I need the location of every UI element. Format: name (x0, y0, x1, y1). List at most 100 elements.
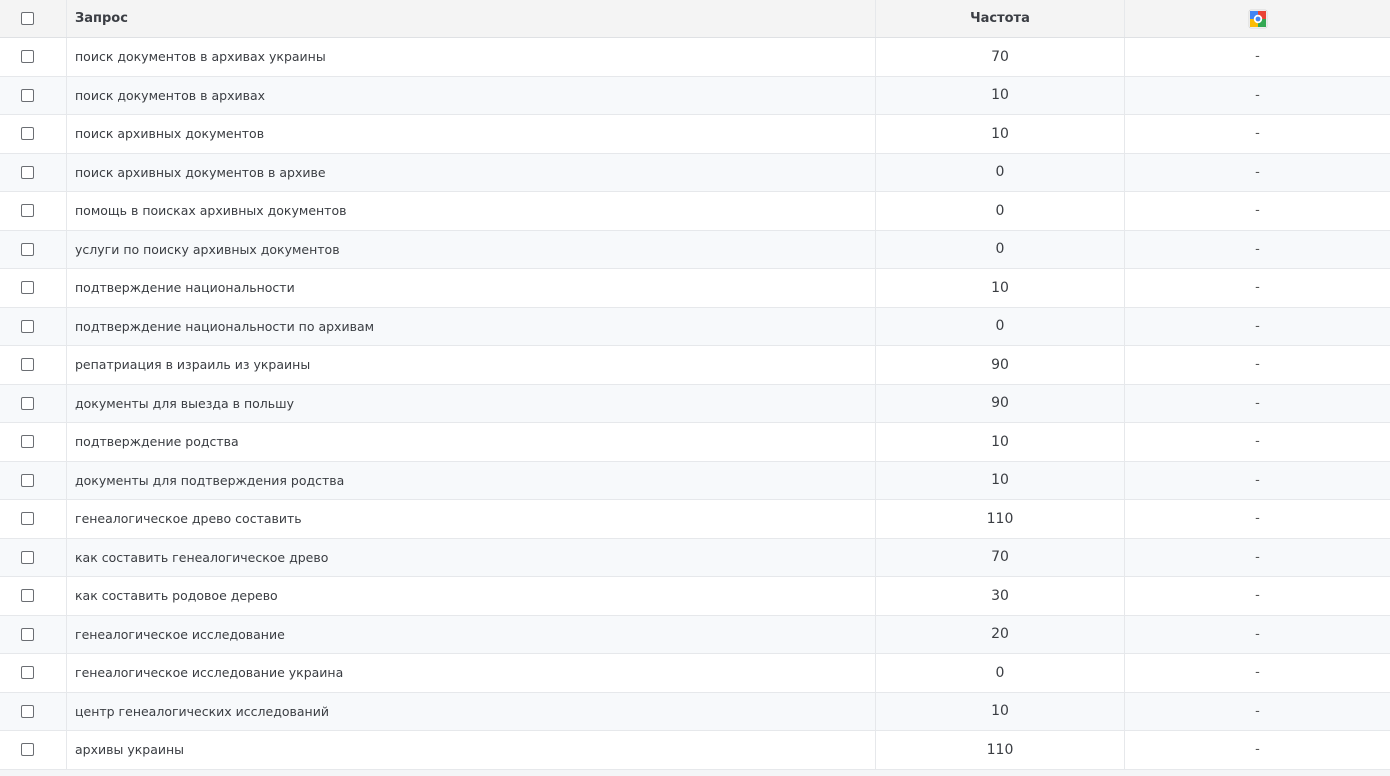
row-checkbox[interactable] (20, 204, 34, 218)
row-frequency: 10 (991, 279, 1009, 296)
row-google-value: - (1255, 49, 1260, 65)
row-frequency: 10 (991, 125, 1009, 142)
table-row[interactable]: услуги по поиску архивных документов 0 - (0, 230, 1390, 269)
table-row[interactable]: центр генеалогических исследований 10 - (0, 692, 1390, 731)
row-checkbox[interactable] (20, 473, 34, 487)
row-frequency: 10 (991, 472, 1009, 489)
row-checkbox-cell (0, 615, 67, 653)
row-google-cell: - (1125, 654, 1390, 692)
row-google-value: - (1255, 434, 1260, 450)
row-checkbox[interactable] (20, 435, 34, 449)
table-row[interactable]: поиск документов в архивах украины 70 - (0, 38, 1390, 77)
row-checkbox-cell (0, 423, 67, 461)
table-row[interactable]: подтверждение национальности 10 - (0, 269, 1390, 308)
row-checkbox-cell (0, 115, 67, 153)
row-checkbox-cell (0, 38, 67, 76)
row-frequency-cell: 0 (876, 230, 1125, 268)
row-query: поиск архивных документов в архиве (67, 153, 876, 191)
row-checkbox[interactable] (20, 165, 34, 179)
row-checkbox-cell (0, 153, 67, 191)
row-query: подтверждение родства (67, 423, 876, 461)
row-google-value: - (1255, 357, 1260, 373)
select-all-cell (0, 0, 67, 37)
table-row[interactable]: генеалогическое древо составить 110 - (0, 500, 1390, 539)
table-row[interactable]: подтверждение родства 10 - (0, 423, 1390, 462)
table-row[interactable]: генеалогическое исследование 20 - (0, 615, 1390, 654)
table-row[interactable]: помощь в поисках архивных документов 0 - (0, 192, 1390, 231)
row-checkbox[interactable] (20, 627, 34, 641)
row-query: подтверждение национальности по архивам (67, 307, 876, 345)
row-frequency-cell: 10 (876, 461, 1125, 499)
row-frequency: 0 (995, 664, 1005, 681)
row-checkbox-cell (0, 461, 67, 499)
row-google-value: - (1255, 126, 1260, 142)
row-google-value: - (1255, 703, 1260, 719)
row-frequency-cell: 90 (876, 384, 1125, 422)
row-google-value: - (1255, 665, 1260, 681)
table-row[interactable]: репатриация в израиль из украины 90 - (0, 346, 1390, 385)
row-query: подтверждение национальности (67, 269, 876, 307)
row-checkbox[interactable] (20, 358, 34, 372)
row-google-value: - (1255, 164, 1260, 180)
row-query: документы для выезда в польшу (67, 384, 876, 422)
row-checkbox[interactable] (20, 666, 34, 680)
row-google-cell: - (1125, 462, 1390, 500)
table-row[interactable]: подтверждение национальности по архивам 0… (0, 307, 1390, 346)
table-row[interactable]: поиск архивных документов в архиве 0 - (0, 153, 1390, 192)
row-checkbox[interactable] (20, 88, 34, 102)
row-checkbox-cell (0, 538, 67, 576)
row-google-value: - (1255, 280, 1260, 296)
row-google-value: - (1255, 472, 1260, 488)
table-row[interactable]: документы для выезда в польшу 90 - (0, 384, 1390, 423)
row-google-cell: - (1125, 38, 1390, 76)
row-frequency-cell: 110 (876, 731, 1125, 769)
row-google-value: - (1255, 395, 1260, 411)
table-row[interactable]: архивы украины 110 - (0, 731, 1390, 770)
row-checkbox-cell (0, 577, 67, 615)
row-google-value: - (1255, 318, 1260, 334)
row-checkbox[interactable] (20, 127, 34, 141)
row-frequency-cell: 10 (876, 423, 1125, 461)
row-checkbox[interactable] (20, 319, 34, 333)
row-checkbox[interactable] (20, 589, 34, 603)
table-row[interactable]: как составить родовое дерево 30 - (0, 577, 1390, 616)
row-checkbox-cell (0, 346, 67, 384)
row-checkbox-cell (0, 230, 67, 268)
header-google[interactable] (1125, 0, 1390, 37)
table-body: поиск документов в архивах украины 70- пои… (0, 38, 1390, 770)
row-checkbox[interactable] (20, 50, 34, 64)
table-row[interactable]: как составить генеалогическое древо 70 - (0, 538, 1390, 577)
row-frequency: 0 (995, 164, 1005, 181)
row-checkbox[interactable] (20, 550, 34, 564)
row-checkbox[interactable] (20, 512, 34, 526)
table-row[interactable]: поиск документов в архивах 10 - (0, 76, 1390, 115)
row-frequency-cell: 10 (876, 269, 1125, 307)
row-google-cell: - (1125, 346, 1390, 384)
header-frequency[interactable]: Частота (876, 0, 1125, 37)
select-all-checkbox[interactable] (20, 12, 34, 25)
row-frequency: 90 (991, 395, 1009, 412)
row-query: поиск архивных документов (67, 115, 876, 153)
row-checkbox[interactable] (20, 242, 34, 256)
row-checkbox[interactable] (20, 281, 34, 295)
google-icon (1248, 9, 1267, 28)
row-query: поиск документов в архивах (67, 76, 876, 114)
row-checkbox-cell (0, 76, 67, 114)
row-frequency: 110 (986, 510, 1014, 527)
row-checkbox[interactable] (20, 704, 34, 718)
table-row[interactable]: поиск архивных документов 10 - (0, 115, 1390, 154)
table-row[interactable]: документы для подтверждения родства 10 - (0, 461, 1390, 500)
row-frequency: 90 (991, 356, 1009, 373)
row-google-value: - (1255, 742, 1260, 758)
row-google-value: - (1255, 87, 1260, 103)
row-frequency-cell: 0 (876, 192, 1125, 230)
row-checkbox-cell (0, 500, 67, 538)
row-checkbox[interactable] (20, 743, 34, 757)
row-google-cell: - (1125, 500, 1390, 538)
row-checkbox[interactable] (20, 396, 34, 410)
row-frequency-cell: 10 (876, 76, 1125, 114)
row-frequency: 0 (995, 202, 1005, 219)
header-query[interactable]: Запрос (67, 0, 876, 37)
table-row[interactable]: генеалогическое исследование украина 0 - (0, 654, 1390, 693)
row-query: генеалогическое исследование украина (67, 654, 876, 692)
